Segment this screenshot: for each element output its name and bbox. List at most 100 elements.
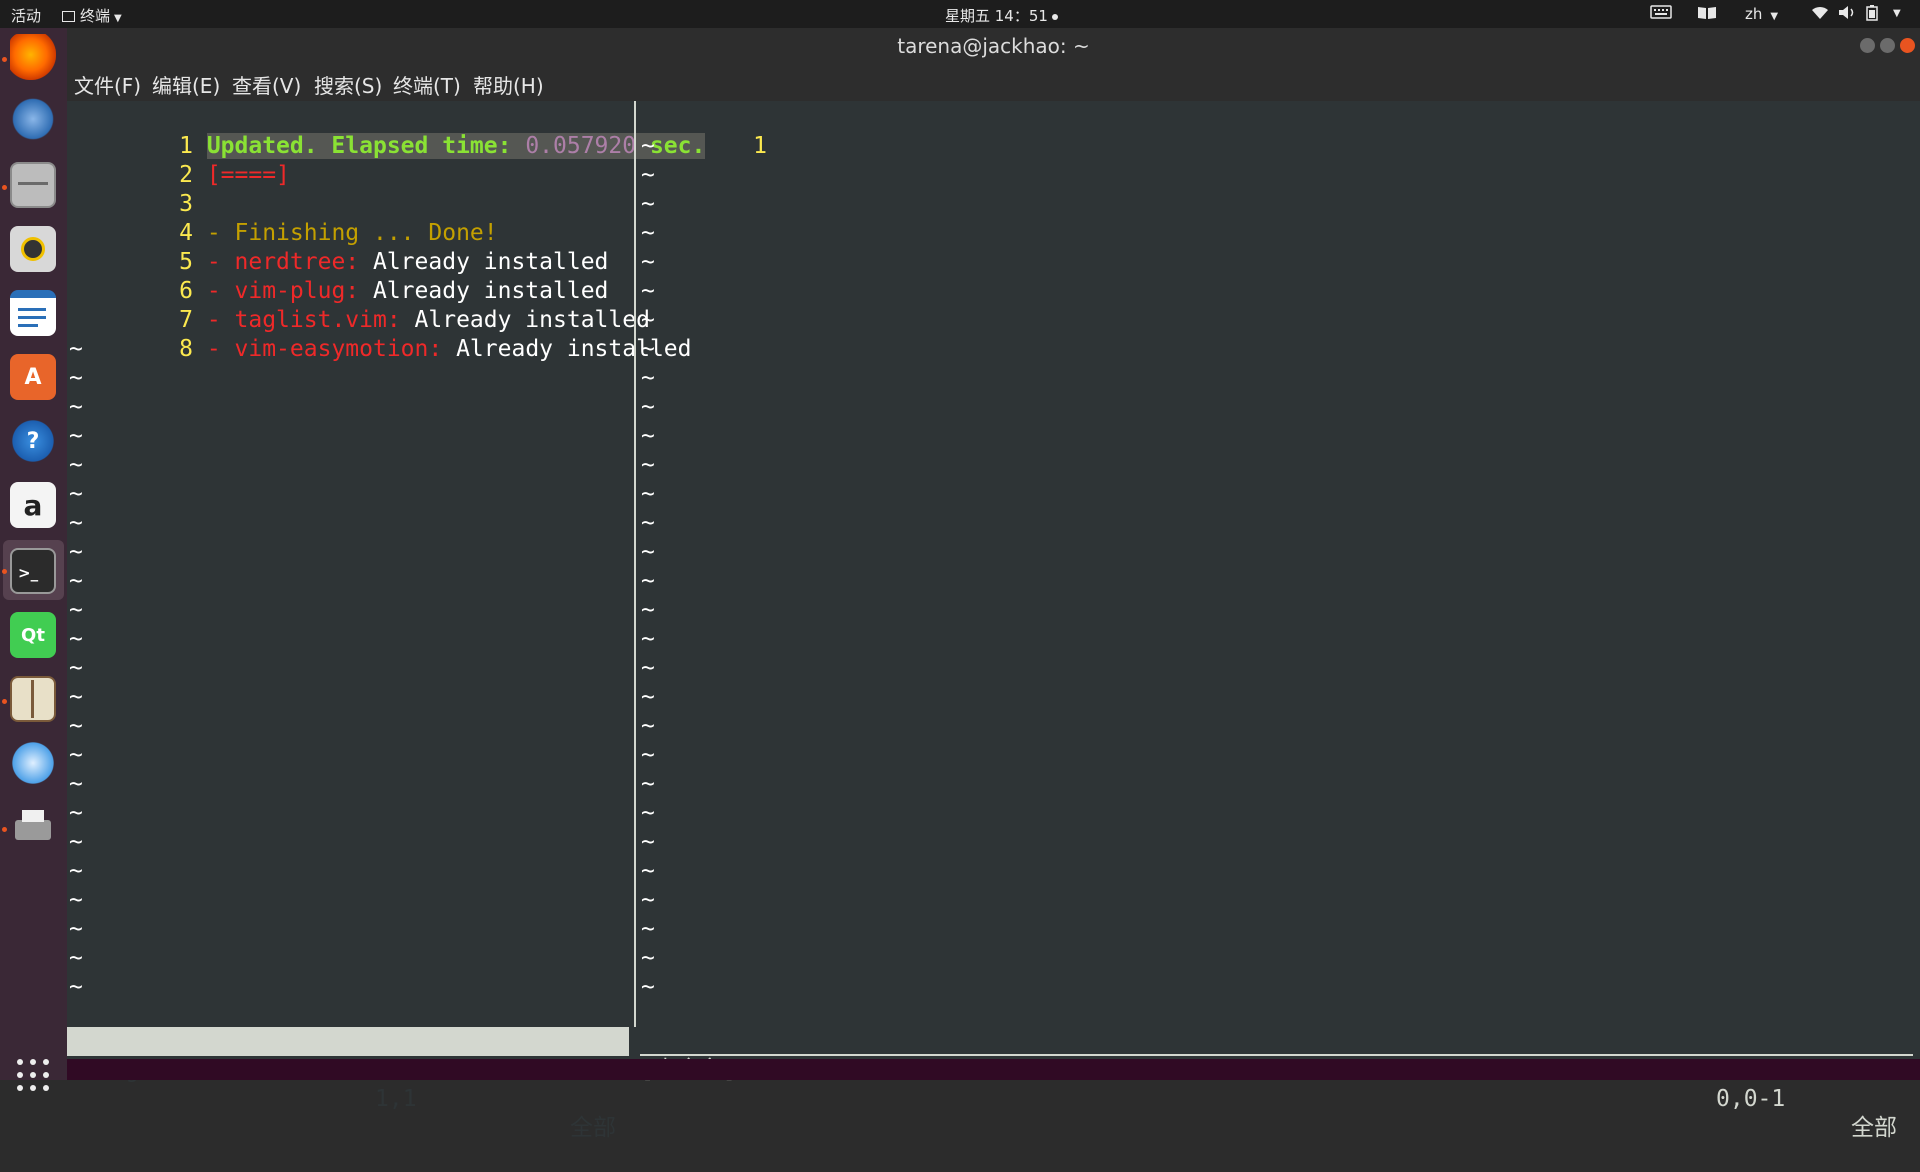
tilde-line: ~ [641, 887, 655, 913]
tilde-line: ~ [641, 307, 655, 333]
elapsed-value: 0.057920 [525, 133, 637, 159]
chevron-down-icon: ▼ [1770, 11, 1779, 22]
writer-icon[interactable] [10, 290, 56, 336]
files-icon[interactable] [10, 162, 56, 208]
menu-bar: 文件(F) 编辑(E) 查看(V) 搜索(S) 终端(T) 帮助(H) [67, 64, 1920, 101]
show-applications-icon[interactable] [17, 1059, 49, 1091]
status-lines: [Plugins] 1,1 全部 [未命名] 0,0-1 全部 [67, 1027, 1920, 1141]
tilde-line: ~ [69, 655, 83, 681]
help-icon[interactable]: ? [10, 418, 56, 464]
scroll-indicator: 全部 [1851, 1115, 1897, 1141]
terminal-window: tarena@jackhao: ~ 文件(F) 编辑(E) 查看(V) 搜索(S… [67, 28, 1920, 1141]
tilde-line: ~ [641, 800, 655, 826]
top-bar: 活动 终端 ▼ 星期五 14：51 zh ▼ ▼ [0, 0, 1920, 28]
vim-line: 4 - Finishing ... Done! [96, 190, 498, 246]
vim-line: 8 - vim-easymotion: Already installed [96, 306, 691, 362]
tilde-line: ~ [641, 974, 655, 1000]
tilde-line: ~ [641, 858, 655, 884]
tilde-line: ~ [641, 481, 655, 507]
qt-glyph: Qt [21, 624, 45, 646]
tilde-line: ~ [641, 191, 655, 217]
tilde-line: ~ [641, 133, 655, 159]
system-menu-chevron-icon[interactable]: ▼ [1893, 8, 1901, 19]
printer-icon[interactable] [10, 804, 56, 850]
tilde-line: ~ [69, 742, 83, 768]
close-button[interactable] [1900, 38, 1915, 53]
bullet: - [206, 336, 235, 362]
volume-icon[interactable] [1838, 5, 1856, 24]
menu-terminal[interactable]: 终端(T) [393, 70, 461, 99]
language-selector[interactable]: zh ▼ [1745, 5, 1778, 23]
minimize-button[interactable] [1860, 38, 1875, 53]
tilde-line: ~ [69, 684, 83, 710]
thunderbird-icon[interactable] [10, 96, 56, 142]
tilde-line: ~ [69, 336, 83, 362]
dictionary-icon[interactable] [10, 676, 56, 722]
running-indicator [2, 699, 7, 704]
split-separator[interactable] [634, 101, 636, 1027]
chevron-down-icon: ▼ [114, 13, 122, 24]
tilde-line: ~ [641, 423, 655, 449]
line-number: 1 [753, 133, 767, 159]
tilde-line: ~ [641, 713, 655, 739]
menu-view[interactable]: 查看(V) [232, 70, 301, 99]
title-bar[interactable]: tarena@jackhao: ~ [67, 28, 1920, 64]
terminal-icon[interactable]: >_ [10, 548, 56, 594]
dock: A ? a >_ Qt [0, 28, 67, 1091]
software-center-glyph: A [24, 364, 42, 390]
tilde-line: ~ [69, 945, 83, 971]
tilde-line: ~ [69, 365, 83, 391]
tilde-line: ~ [641, 452, 655, 478]
language-label: zh [1745, 5, 1763, 23]
plugin-name: vim-easymotion: [234, 336, 443, 362]
tilde-line: ~ [69, 858, 83, 884]
tilde-line: ~ [69, 713, 83, 739]
amazon-icon[interactable]: a [10, 482, 56, 528]
battery-icon[interactable] [1866, 5, 1878, 25]
status-line-inactive: [未命名] 0,0-1 全部 [640, 1027, 1913, 1141]
tilde-line: ~ [69, 452, 83, 478]
vim-line: 3 [96, 161, 193, 217]
tilde-line: ~ [69, 568, 83, 594]
app-menu[interactable]: 终端 ▼ [62, 5, 122, 26]
menu-search[interactable]: 搜索(S) [314, 70, 382, 99]
tilde-line: ~ [69, 597, 83, 623]
terminal-content[interactable]: 1 Updated. Elapsed time: 0.057920 sec. 2… [67, 101, 1920, 1141]
clock[interactable]: 星期五 14：51 [945, 5, 1058, 26]
menu-file[interactable]: 文件(F) [74, 70, 141, 99]
rhythmbox-icon[interactable] [10, 226, 56, 272]
progress-bar-text: [====] [206, 162, 290, 188]
tilde-line: ~ [641, 945, 655, 971]
tilde-line: ~ [641, 365, 655, 391]
tilde-line: ~ [641, 568, 655, 594]
tilde-line: ~ [69, 974, 83, 1000]
tilde-line: ~ [641, 278, 655, 304]
software-center-icon[interactable]: A [10, 354, 56, 400]
tilde-line: ~ [69, 481, 83, 507]
tilde-line: ~ [69, 916, 83, 942]
qt-creator-icon[interactable]: Qt [10, 612, 56, 658]
activities-button[interactable]: 活动 [11, 5, 41, 26]
tilde-line: ~ [641, 510, 655, 536]
wifi-icon[interactable] [1811, 5, 1829, 24]
menu-help[interactable]: 帮助(H) [473, 70, 544, 99]
clock-label: 星期五 14：51 [945, 7, 1048, 25]
vim-line: 6 - vim-plug: Already installed [96, 248, 608, 304]
disk-tool-icon[interactable] [10, 740, 56, 786]
window-icon [62, 11, 75, 22]
tilde-line: ~ [69, 539, 83, 565]
keyboard-icon[interactable] [1650, 5, 1672, 23]
menu-edit[interactable]: 编辑(E) [152, 70, 220, 99]
running-indicator [2, 827, 7, 832]
vim-line: 2 [====] [96, 132, 290, 188]
tilde-line: ~ [641, 162, 655, 188]
tilde-line: ~ [69, 423, 83, 449]
tilde-line: ~ [69, 626, 83, 652]
maximize-button[interactable] [1880, 38, 1895, 53]
tilde-line: ~ [641, 916, 655, 942]
book-icon[interactable] [1697, 5, 1717, 24]
notification-dot [1051, 13, 1058, 20]
vim-line: 1 [670, 103, 767, 159]
firefox-icon[interactable] [10, 34, 56, 80]
tilde-line: ~ [69, 800, 83, 826]
